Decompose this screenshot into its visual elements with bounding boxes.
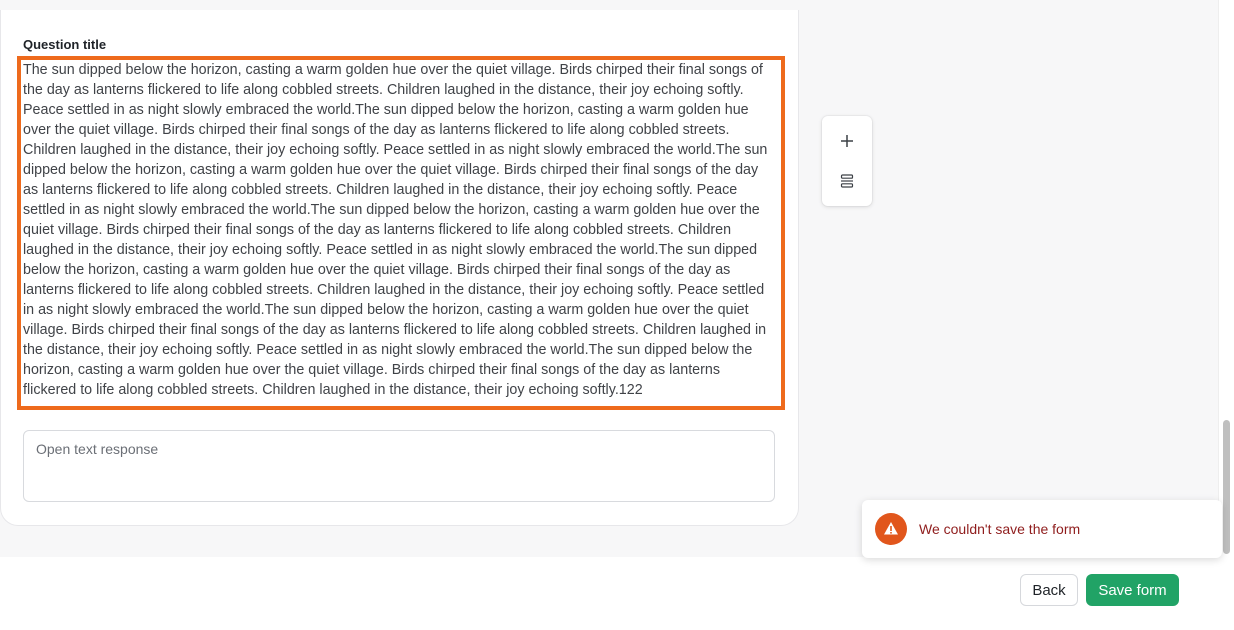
plus-icon — [841, 135, 853, 147]
response-placeholder: Open text response — [36, 441, 159, 457]
layout-button[interactable] — [835, 169, 859, 193]
floating-toolbar — [822, 116, 872, 206]
error-toast: We couldn't save the form — [862, 500, 1222, 558]
question-title-highlight-frame — [17, 56, 785, 410]
warning-icon — [875, 513, 907, 545]
back-button[interactable]: Back — [1020, 574, 1078, 606]
scrollbar-thumb[interactable] — [1223, 420, 1230, 554]
question-title-label: Question title — [23, 37, 107, 52]
add-question-button[interactable] — [835, 129, 859, 153]
save-form-button[interactable]: Save form — [1086, 574, 1179, 606]
open-text-response-field[interactable]: Open text response — [23, 430, 775, 502]
stack-layout-icon — [840, 174, 854, 188]
toast-message: We couldn't save the form — [919, 521, 1081, 537]
